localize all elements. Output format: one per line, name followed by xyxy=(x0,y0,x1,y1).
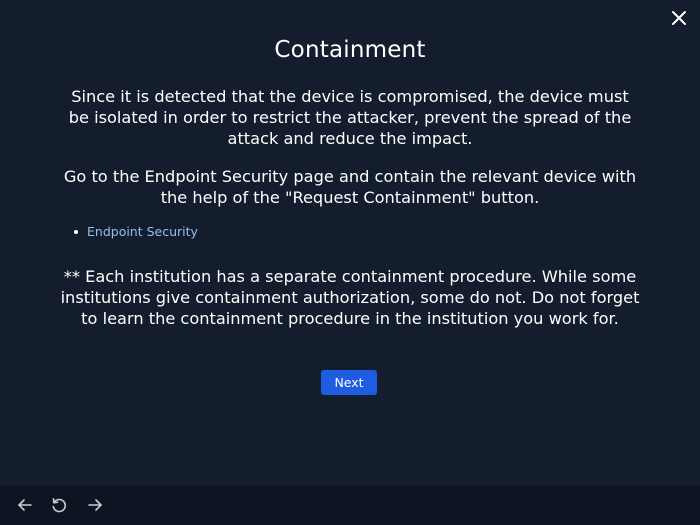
list-item: Endpoint Security xyxy=(72,224,198,240)
intro-paragraph: Since it is detected that the device is … xyxy=(68,87,632,148)
close-button[interactable] xyxy=(670,9,688,27)
forward-button[interactable] xyxy=(86,496,104,514)
close-icon xyxy=(672,11,686,25)
resource-link-list: Endpoint Security xyxy=(72,224,198,240)
back-button[interactable] xyxy=(16,496,34,514)
bottom-nav-bar xyxy=(0,485,700,525)
endpoint-security-link[interactable]: Endpoint Security xyxy=(87,224,198,239)
arrow-left-icon xyxy=(18,499,32,511)
next-button[interactable]: Next xyxy=(321,370,377,395)
containment-modal: Containment Since it is detected that th… xyxy=(0,0,700,485)
note-paragraph: ** Each institution has a separate conta… xyxy=(60,267,640,328)
modal-title: Containment xyxy=(274,37,426,63)
replay-icon xyxy=(52,498,67,513)
instruction-paragraph: Go to the Endpoint Security page and con… xyxy=(63,167,637,207)
arrow-right-icon xyxy=(88,499,102,511)
replay-button[interactable] xyxy=(50,496,68,514)
